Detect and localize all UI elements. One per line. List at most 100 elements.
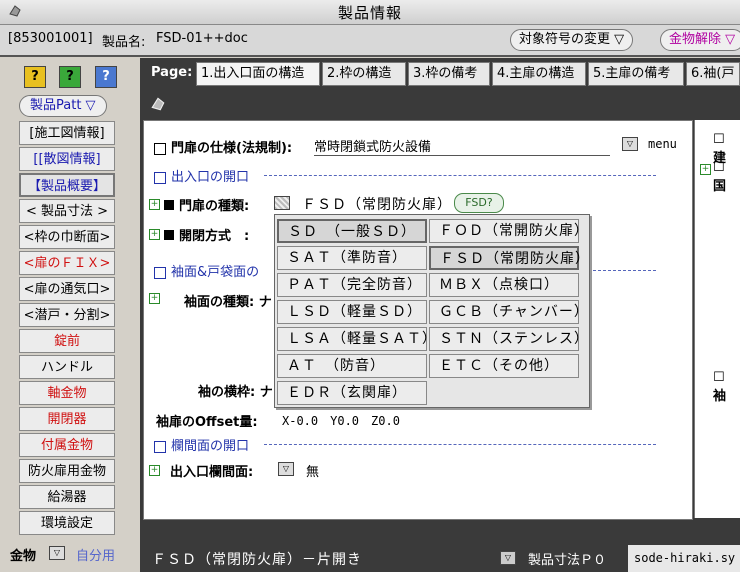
menu-item-etc[interactable]: ＥＴＣ（その他） bbox=[429, 354, 579, 378]
spec-row: 門扉の仕様(法規制): bbox=[154, 137, 292, 156]
open-method-label: 開閉方式 : bbox=[179, 229, 250, 244]
change-symbol-button[interactable]: 対象符号の変更 ▽ bbox=[510, 29, 634, 51]
menu-item-mbx[interactable]: ＭＢＸ（点検口） bbox=[429, 273, 579, 297]
sidebar-item-closer[interactable]: 開閉器 bbox=[19, 407, 115, 431]
right-panel: ☐ 建 + ☐ 国 ☐ 袖 bbox=[694, 120, 740, 518]
sidebar-item-water-heater[interactable]: 給湯器 bbox=[19, 485, 115, 509]
record-id: [853001001] bbox=[8, 31, 93, 46]
status-product: ＦＳＤ（常閉防火扉）－片開き bbox=[152, 552, 362, 568]
filled-square-icon bbox=[164, 230, 174, 240]
transom-value: 無 bbox=[306, 465, 320, 480]
tab-door-notes[interactable]: 5.主扉の備考 bbox=[588, 62, 684, 86]
panel-icon bbox=[151, 97, 165, 111]
status-file: sode-hiraki.sy bbox=[628, 545, 740, 572]
section-transom-title: 欄間面の開口 bbox=[171, 439, 250, 454]
menu-item-stn[interactable]: ＳＴＮ（ステンレス） bbox=[429, 327, 588, 351]
release-hardware-button[interactable]: 金物解除 ▽ bbox=[660, 29, 740, 51]
status-dimension: 製品寸法Ｐ０ bbox=[528, 553, 607, 568]
sidebar-item-hinge-hardware[interactable]: 軸金物 bbox=[19, 381, 115, 405]
help-icon-yellow[interactable]: ? bbox=[24, 66, 46, 88]
menu-item-fsd[interactable]: ＦＳＤ（常閉防火扉） bbox=[429, 246, 589, 270]
sidebar-item-lock[interactable]: 錠前 bbox=[19, 329, 115, 353]
divider bbox=[264, 175, 656, 176]
spec-dropdown-icon[interactable]: ▽ bbox=[622, 137, 638, 151]
expand-icon[interactable]: + bbox=[149, 229, 160, 240]
divider bbox=[264, 444, 656, 445]
sidebar-item-settings[interactable]: 環境設定 bbox=[19, 511, 115, 535]
sidebar-item-drawing-info[interactable]: [[散図情報] bbox=[19, 147, 115, 171]
expand-icon[interactable]: + bbox=[700, 164, 711, 175]
menu-item-pat[interactable]: ＰＡＴ（完全防音） bbox=[277, 273, 427, 297]
sidebar-item-vent[interactable]: <扉の通気口> bbox=[19, 277, 115, 301]
menu-item-at[interactable]: ＡＴ （防音） bbox=[277, 354, 427, 378]
hardware-label: 金物 bbox=[10, 549, 37, 564]
product-pattern-select[interactable]: 製品Patt ▽ bbox=[19, 95, 107, 117]
window-title: 製品情報 bbox=[337, 4, 402, 22]
sidebar-item-handle[interactable]: ハンドル bbox=[19, 355, 115, 379]
section-opening-title: 出入口の開口 bbox=[171, 170, 250, 185]
sidebar-item-dimensions[interactable]: < 製品寸法 > bbox=[19, 199, 115, 223]
sidebar-item-product-overview[interactable]: 【製品概要】 bbox=[19, 173, 115, 197]
side-frame-label: 袖の横枠: ナ bbox=[198, 385, 273, 400]
offset-label: 袖扉のOffset量: bbox=[156, 415, 258, 430]
filled-square-icon bbox=[164, 200, 174, 210]
section-side-checkbox[interactable] bbox=[154, 266, 166, 279]
menu-item-sd[interactable]: ＳＤ （一般ＳＤ） bbox=[277, 219, 427, 243]
sidebar-item-construction-info[interactable]: [施工図情報] bbox=[19, 121, 115, 145]
menu-item-gcb[interactable]: ＧＣＢ（チャンバー） bbox=[429, 300, 588, 324]
door-type-dropdown-icon[interactable] bbox=[274, 196, 290, 210]
door-type-value: ＦＳＤ（常閉防火扉） bbox=[302, 197, 452, 213]
menu-item-sat[interactable]: ＳＡＴ（準防音） bbox=[277, 246, 427, 270]
open-method-row: 開閉方式 : bbox=[164, 225, 249, 244]
hardware-dropdown-icon[interactable]: ▽ bbox=[49, 546, 65, 560]
page-label: Page: bbox=[151, 65, 193, 80]
sidebar-item-fire-hardware[interactable]: 防火扉用金物 bbox=[19, 459, 115, 483]
help-icon-blue[interactable]: ? bbox=[95, 66, 117, 88]
expand-icon[interactable]: + bbox=[149, 199, 160, 210]
expand-icon[interactable]: + bbox=[149, 293, 160, 304]
info-bar: [853001001] 製品名: FSD-01++doc 対象符号の変更 ▽ 金… bbox=[0, 25, 740, 57]
side-type-label: 袖面の種類: ナ bbox=[184, 295, 272, 310]
menu-item-lsa[interactable]: ＬＳＡ（軽量ＳＡＴ） bbox=[277, 327, 436, 351]
sidebar-item-wicket-split[interactable]: <潜戸・分割> bbox=[19, 303, 115, 327]
product-name-value: FSD-01++doc bbox=[156, 31, 248, 46]
section-transom-checkbox[interactable] bbox=[154, 440, 166, 453]
menu-item-lsd[interactable]: ＬＳＤ（軽量ＳＤ） bbox=[277, 300, 427, 324]
door-type-menu: ＳＤ （一般ＳＤ） ＳＡＴ（準防音） ＰＡＴ（完全防音） ＬＳＤ（軽量ＳＤ） Ｌ… bbox=[274, 214, 590, 408]
sidebar-item-frame-section[interactable]: <枠の巾断面> bbox=[19, 225, 115, 249]
spec-label: 門扉の仕様(法規制): bbox=[171, 141, 293, 156]
personal-link[interactable]: 自分用 bbox=[76, 545, 115, 564]
status-dropdown-icon[interactable]: ▽ bbox=[500, 551, 516, 565]
section-side-title: 袖面&戸袋面の bbox=[171, 265, 260, 280]
door-type-row: 門扉の種類: bbox=[164, 195, 249, 214]
spec-value: 常時閉鎖式防火設備 bbox=[314, 140, 432, 155]
menu-item-fod[interactable]: ＦＯＤ（常開防火扉） bbox=[429, 219, 588, 243]
expand-icon[interactable]: + bbox=[149, 465, 160, 476]
tab-entrance-structure[interactable]: 1.出入口面の構造 bbox=[196, 62, 320, 86]
section-opening-checkbox[interactable] bbox=[154, 171, 166, 184]
right-label-3: ☐ 袖 bbox=[713, 370, 727, 404]
spec-field[interactable]: 常時閉鎖式防火設備 bbox=[314, 136, 610, 156]
offset-value: X-0.0 Y0.0 Z0.0 bbox=[282, 414, 400, 428]
door-type-label: 門扉の種類: bbox=[179, 199, 250, 214]
menu-item-edr[interactable]: ＥＤＲ（玄関扉） bbox=[277, 381, 427, 405]
transom-dropdown-icon[interactable]: ▽ bbox=[278, 462, 294, 476]
tab-frame-structure[interactable]: 2.枠の構造 bbox=[322, 62, 406, 86]
sidebar-item-door-fix[interactable]: <扉のＦＩＸ> bbox=[19, 251, 115, 275]
right-label-2: ☐ 国 bbox=[713, 160, 727, 194]
spec-checkbox[interactable] bbox=[154, 142, 166, 155]
menu-link[interactable]: menu bbox=[648, 137, 677, 151]
transom-label: 出入口欄間面: bbox=[170, 465, 254, 480]
divider bbox=[588, 270, 656, 271]
tab-frame-notes[interactable]: 3.枠の備考 bbox=[408, 62, 490, 86]
tab-side[interactable]: 6.袖(戸 bbox=[686, 62, 740, 86]
fsd-help-button[interactable]: FSD? bbox=[454, 193, 504, 213]
sidebar-item-accessories[interactable]: 付属金物 bbox=[19, 433, 115, 457]
product-name-label: 製品名: bbox=[102, 35, 146, 50]
section-transom: 欄間面の開口 bbox=[154, 435, 249, 454]
help-icon-green[interactable]: ? bbox=[59, 66, 81, 88]
status-bar: ＦＳＤ（常閉防火扉）－片開き ▽ 製品寸法Ｐ０ sode-hiraki.sy bbox=[140, 545, 740, 572]
section-opening: 出入口の開口 bbox=[154, 166, 249, 185]
title-bar: 製品情報 bbox=[0, 0, 740, 25]
tab-door-structure[interactable]: 4.主扉の構造 bbox=[492, 62, 586, 86]
